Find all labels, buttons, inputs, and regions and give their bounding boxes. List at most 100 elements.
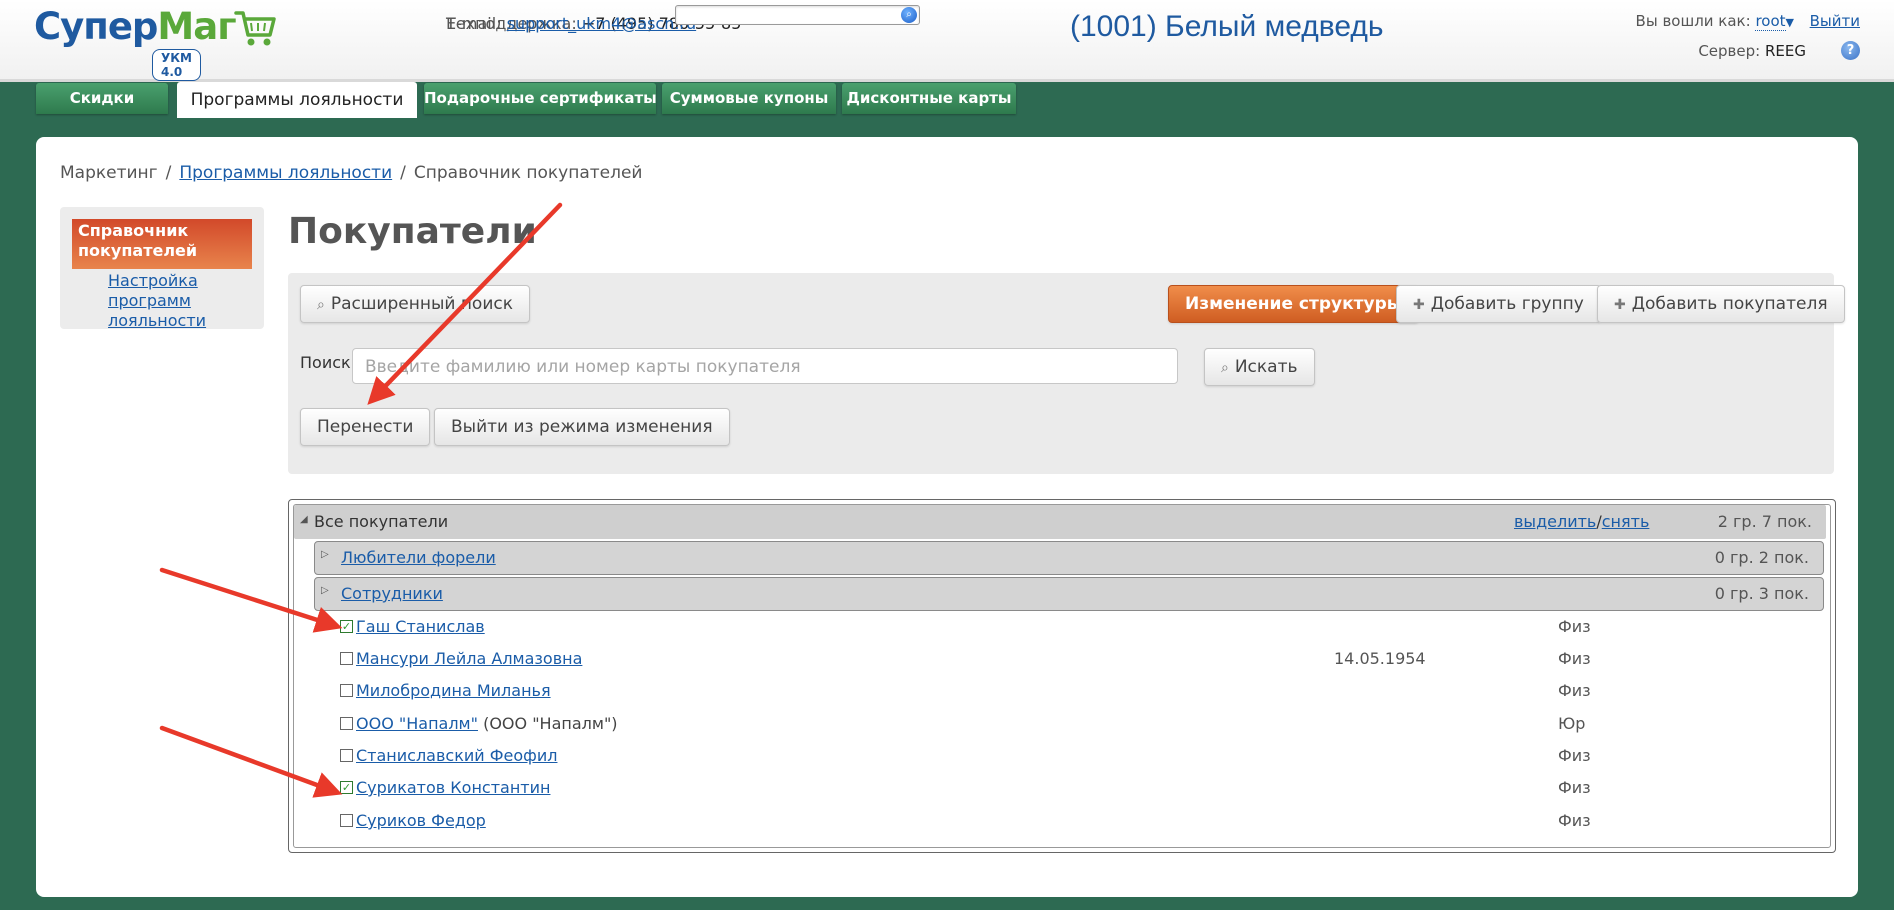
search-button[interactable]: ⌕ Искать [1204, 348, 1315, 386]
row-checkbox[interactable] [340, 652, 353, 665]
cart-icon [234, 11, 276, 46]
add-group-button[interactable]: ✚ Добавить группу [1396, 285, 1601, 323]
search-button-label: Искать [1234, 357, 1298, 377]
select-controls: выделить/снять [1514, 505, 1649, 539]
customer-type: Физ [1558, 778, 1591, 797]
magnifier-icon: ⌕ [1221, 360, 1229, 376]
select-all-link[interactable]: выделить [1514, 512, 1596, 531]
logo-text-blue: Супер [34, 5, 158, 48]
customer-name-link[interactable]: Сурикатов Константин [356, 772, 550, 804]
page-title: Покупатели [288, 211, 537, 252]
row-checkbox[interactable] [340, 814, 353, 827]
sidenav-item-customers[interactable]: Справочник покупателей [72, 219, 252, 269]
customer-row[interactable]: Суриков Федор Физ [340, 805, 1820, 837]
breadcrumb-separator: / [400, 163, 406, 183]
customer-alias: (ООО "Напалм") [483, 714, 618, 733]
collapse-icon[interactable]: ◢ [300, 503, 308, 537]
email-label: E-mail: [446, 14, 502, 33]
breadcrumb-loyalty-link[interactable]: Программы лояльности [179, 163, 392, 183]
row-checkbox[interactable]: ✓ [340, 620, 353, 633]
breadcrumb-separator: / [165, 163, 172, 183]
group-count: 0 гр. 2 пок. [1714, 548, 1809, 567]
tab-gift-certificates[interactable]: Подарочные сертификаты [424, 83, 657, 114]
customer-type: Физ [1558, 649, 1591, 668]
customer-row[interactable]: ООО "Напалм" (ООО "Напалм") Юр [340, 708, 1820, 740]
tab-discounts[interactable]: Скидки [36, 83, 168, 114]
logo-text: СуперМаг [34, 5, 237, 48]
server-name: REEG [1764, 42, 1806, 60]
store-title: (1001) Белый медведь [1070, 10, 1384, 43]
search-icon[interactable]: ⌕ [901, 7, 917, 23]
customer-row[interactable]: ✓ Сурикатов Константин Физ [340, 772, 1820, 804]
version-badge: УКМ 4.0 [152, 49, 202, 81]
advanced-search-button[interactable]: ⌕ Расширенный поиск [300, 285, 530, 323]
customer-name-link[interactable]: ООО "Напалм" [356, 714, 478, 733]
tree-root-name: Все покупатели [314, 512, 449, 531]
tree-group-trout-lovers[interactable]: ▷ Любители форели 0 гр. 2 пок. [314, 541, 1824, 575]
tree-root-all-customers[interactable]: ◢ Все покупатели выделить/снять 2 гр. 7 … [294, 505, 1826, 539]
add-customer-label: Добавить покупателя [1631, 294, 1828, 314]
logout-link[interactable]: Выйти [1810, 12, 1860, 30]
exit-edit-mode-button[interactable]: Выйти из режима изменения [434, 408, 730, 446]
row-checkbox[interactable]: ✓ [340, 781, 353, 794]
change-structure-button[interactable]: Изменение структуры [1168, 285, 1420, 323]
plus-icon: ✚ [1614, 297, 1626, 313]
tree-root-count: 2 гр. 7 пок. [1717, 512, 1812, 531]
customer-type: Юр [1558, 714, 1586, 733]
customer-name-link[interactable]: Гаш Станислав [356, 611, 485, 643]
header: СуперМаг УКМ 4.0 Техподдержка: +7 (495) … [0, 0, 1894, 82]
customer-row[interactable]: Мансури Лейла Алмазовна 14.05.1954 Физ [340, 643, 1820, 675]
search-label: Поиск: [300, 353, 357, 372]
customer-birth-date: 14.05.1954 [1334, 649, 1426, 668]
customer-search-input[interactable]: Введите фамилию или номер карты покупате… [352, 348, 1178, 384]
customer-type: Физ [1558, 617, 1591, 636]
customer-tree: ◢ Все покупатели выделить/снять 2 гр. 7 … [288, 499, 1836, 853]
server-label: Сервер: [1698, 42, 1761, 60]
chevron-down-icon[interactable]: ▼ [1786, 16, 1794, 29]
tree-group-employees[interactable]: ▷ Сотрудники 0 гр. 3 пок. [314, 577, 1824, 611]
row-checkbox[interactable] [340, 684, 353, 697]
side-navigation: Справочник покупателей Настройка програм… [60, 207, 264, 331]
breadcrumb: Маркетинг / Программы лояльности / Справочни… [60, 163, 642, 183]
deselect-all-link[interactable]: снять [1602, 512, 1650, 531]
breadcrumb-current: Справочник покупателей [413, 163, 643, 183]
row-checkbox[interactable] [340, 749, 353, 762]
customer-name-link[interactable]: Суриков Федор [356, 805, 486, 837]
customer-row[interactable]: Милобродина Миланья Физ [340, 675, 1820, 707]
group-count: 0 гр. 3 пок. [1714, 584, 1809, 603]
add-customer-button[interactable]: ✚ Добавить покупателя [1597, 285, 1845, 323]
row-checkbox[interactable] [340, 717, 353, 730]
tab-discount-cards[interactable]: Дисконтные карты [842, 83, 1016, 114]
logged-in-label: Вы вошли как: [1635, 12, 1751, 30]
help-icon[interactable]: ? [1841, 41, 1860, 60]
advanced-search-label: Расширенный поиск [330, 294, 513, 314]
support-email-link[interactable]: support_ukm4@ascn.ru [507, 14, 696, 33]
toolbar: ⌕ Расширенный поиск Изменение структуры ✚… [288, 273, 1845, 474]
sidenav-item-loyalty-settings[interactable]: Настройка программ лояльности [108, 271, 258, 331]
top-search-input[interactable]: ⌕ [675, 5, 920, 25]
tab-loyalty-programs[interactable]: Программы лояльности [177, 82, 417, 118]
customer-name-cell: ООО "Напалм" (ООО "Напалм") [356, 708, 618, 740]
user-info: Вы вошли как: root▼ [1635, 12, 1794, 31]
tab-sum-coupons[interactable]: Суммовые купоны [662, 83, 836, 114]
customer-row[interactable]: ✓ Гаш Станислав Физ [340, 611, 1820, 643]
customer-name-link[interactable]: Милобродина Миланья [356, 675, 551, 707]
customer-name-link[interactable]: Станиславский Феофил [356, 740, 557, 772]
group-name-link[interactable]: Сотрудники [341, 578, 443, 610]
group-name-link[interactable]: Любители форели [341, 542, 496, 574]
move-button[interactable]: Перенести [300, 408, 431, 446]
customer-type: Физ [1558, 746, 1591, 765]
server-info: Сервер: REEG [1698, 42, 1806, 60]
content-panel: Маркетинг / Программы лояльности / Справочни… [36, 137, 1858, 897]
expand-icon[interactable]: ▷ [321, 575, 329, 607]
add-group-label: Добавить группу [1430, 294, 1584, 314]
customer-type: Физ [1558, 681, 1591, 700]
tree-container: ◢ Все покупатели выделить/снять 2 гр. 7 … [293, 504, 1831, 848]
logo-text-green: Маг [157, 5, 236, 48]
customer-row[interactable]: Станиславский Феофил Физ [340, 740, 1820, 772]
breadcrumb-root: Маркетинг [60, 163, 158, 183]
user-menu[interactable]: root [1755, 12, 1786, 31]
expand-icon[interactable]: ▷ [321, 539, 329, 571]
plus-icon: ✚ [1413, 297, 1425, 313]
customer-name-link[interactable]: Мансури Лейла Алмазовна [356, 643, 582, 675]
